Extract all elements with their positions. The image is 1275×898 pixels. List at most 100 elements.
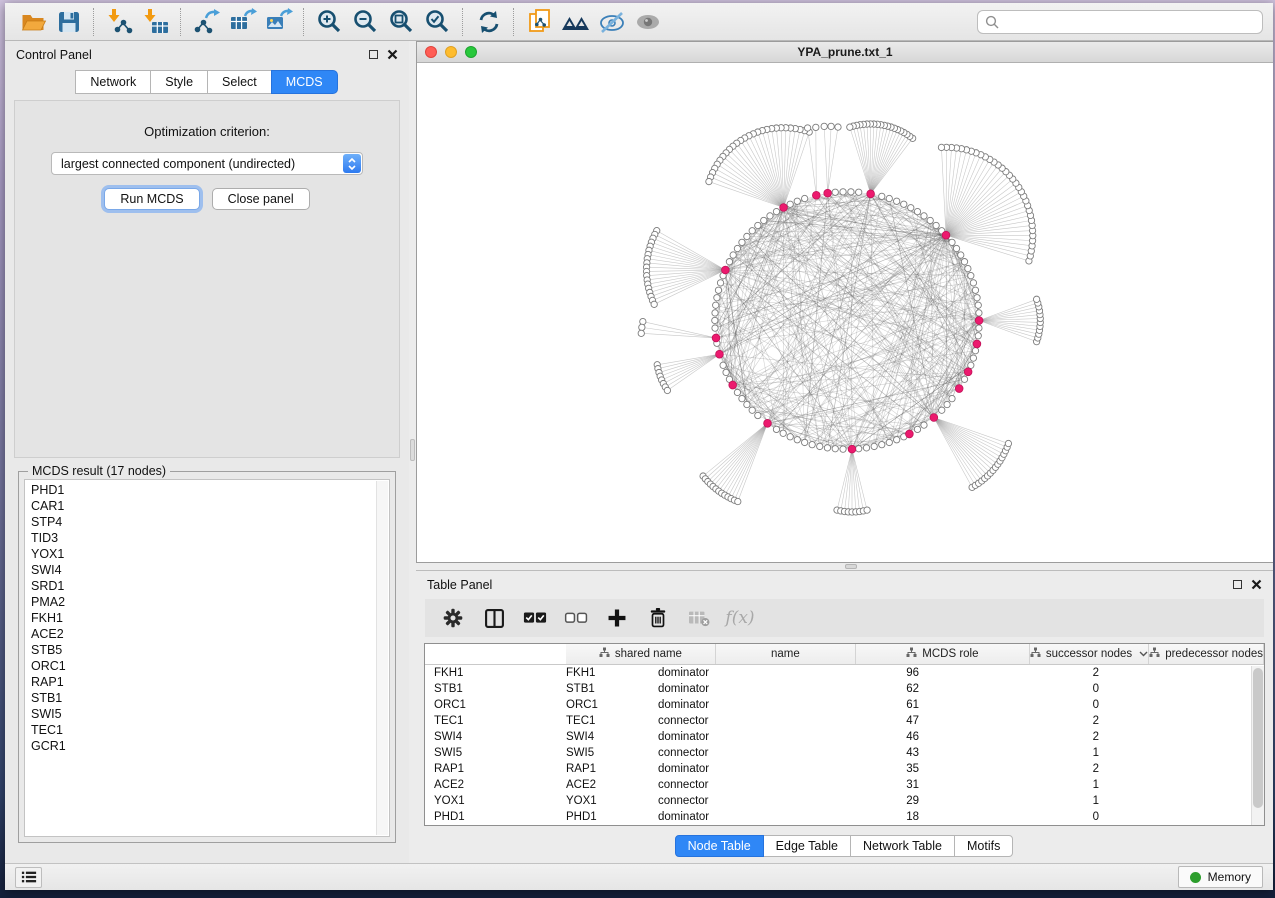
control-panel-tab[interactable]: Network bbox=[75, 70, 151, 94]
zoom-fit-button[interactable] bbox=[384, 6, 420, 38]
mcds-result-item[interactable]: SWI4 bbox=[31, 562, 389, 578]
mcds-result-item[interactable]: ORC1 bbox=[31, 658, 389, 674]
mcds-result-item[interactable]: TEC1 bbox=[31, 722, 389, 738]
mcds-result-item[interactable]: STB5 bbox=[31, 642, 389, 658]
export-table-button[interactable] bbox=[225, 6, 261, 38]
memory-button[interactable]: Memory bbox=[1178, 866, 1263, 888]
control-panel-tab[interactable]: Style bbox=[150, 70, 208, 94]
control-panel-tab[interactable]: Select bbox=[207, 70, 272, 94]
refresh-button[interactable] bbox=[471, 6, 507, 38]
table-row[interactable]: YOX1 YOX1 connector 29 1 bbox=[425, 793, 1264, 809]
mcds-result-item[interactable]: ACE2 bbox=[31, 626, 389, 642]
column-header[interactable]: name bbox=[716, 644, 856, 664]
mcds-result-item[interactable]: STB1 bbox=[31, 690, 389, 706]
first-neighbors-icon bbox=[561, 9, 591, 35]
network-canvas[interactable] bbox=[417, 63, 1273, 562]
delete-table-button[interactable] bbox=[687, 605, 711, 631]
control-panel-tab[interactable]: MCDS bbox=[271, 70, 338, 94]
column-header[interactable]: MCDS role bbox=[856, 644, 1030, 664]
zoom-in-button[interactable] bbox=[312, 6, 348, 38]
run-mcds-button[interactable]: Run MCDS bbox=[104, 188, 199, 210]
header-filler bbox=[425, 644, 566, 664]
add-column-button[interactable] bbox=[605, 605, 629, 631]
table-row[interactable]: FKH1 FKH1 dominator 96 2 bbox=[425, 665, 1264, 681]
column-header[interactable]: shared name bbox=[566, 644, 716, 664]
mcds-result-item[interactable]: FKH1 bbox=[31, 610, 389, 626]
table-row[interactable]: RAP1 RAP1 dominator 35 2 bbox=[425, 761, 1264, 777]
mcds-result-item[interactable]: GCR1 bbox=[31, 738, 389, 754]
show-columns-button[interactable] bbox=[482, 605, 506, 631]
cell-predecessor-nodes: 0 bbox=[939, 811, 1113, 823]
table-row[interactable]: ACE2 ACE2 connector 31 1 bbox=[425, 777, 1264, 793]
table-row[interactable]: TEC1 TEC1 connector 47 2 bbox=[425, 713, 1264, 729]
mcds-result-item[interactable]: YOX1 bbox=[31, 546, 389, 562]
import-network-button[interactable] bbox=[102, 6, 138, 38]
task-history-button[interactable] bbox=[15, 867, 42, 888]
delete-column-button[interactable] bbox=[646, 605, 670, 631]
table-row[interactable]: PHD1 PHD1 dominator 18 0 bbox=[425, 809, 1264, 825]
minimize-window-icon[interactable] bbox=[445, 46, 457, 58]
cell-mcds-role: dominator bbox=[649, 811, 799, 823]
export-image-button[interactable] bbox=[261, 6, 297, 38]
mcds-result-item[interactable]: STP4 bbox=[31, 514, 389, 530]
close-panel-icon[interactable] bbox=[1251, 579, 1262, 590]
mcds-result-item[interactable]: SRD1 bbox=[31, 578, 389, 594]
cell-shared-name: TEC1 bbox=[425, 715, 557, 727]
memory-label: Memory bbox=[1208, 870, 1251, 884]
network-window: YPA_prune.txt_1 bbox=[416, 41, 1273, 563]
save-session-button[interactable] bbox=[51, 6, 87, 38]
mcds-result-item[interactable]: SWI5 bbox=[31, 706, 389, 722]
table-row[interactable]: SWI4 SWI4 dominator 46 2 bbox=[425, 729, 1264, 745]
search-input[interactable] bbox=[1004, 15, 1255, 29]
select-all-button[interactable] bbox=[523, 605, 547, 631]
first-neighbors-button[interactable] bbox=[558, 6, 594, 38]
float-panel-icon[interactable] bbox=[369, 50, 378, 59]
delete-table-icon bbox=[687, 608, 711, 628]
zoom-selected-button[interactable] bbox=[420, 6, 456, 38]
mcds-list-scrollbar[interactable] bbox=[376, 481, 388, 835]
splitter-handle[interactable] bbox=[845, 564, 857, 569]
table-tab[interactable]: Motifs bbox=[954, 835, 1013, 857]
table-tab[interactable]: Node Table bbox=[675, 835, 764, 857]
scrollbar-thumb[interactable] bbox=[1253, 668, 1263, 808]
hide-selected-button[interactable] bbox=[594, 6, 630, 38]
mcds-result-item[interactable]: RAP1 bbox=[31, 674, 389, 690]
horizontal-splitter[interactable] bbox=[416, 563, 1273, 570]
mcds-result-item[interactable]: PMA2 bbox=[31, 594, 389, 610]
table-tab[interactable]: Network Table bbox=[850, 835, 955, 857]
cell-name: ORC1 bbox=[557, 699, 649, 711]
table-row[interactable]: SWI5 SWI5 connector 43 1 bbox=[425, 745, 1264, 761]
zoom-out-button[interactable] bbox=[348, 6, 384, 38]
import-table-button[interactable] bbox=[138, 6, 174, 38]
table-panel: Table Panel bbox=[416, 570, 1273, 863]
close-window-icon[interactable] bbox=[425, 46, 437, 58]
column-header[interactable]: successor nodes bbox=[1030, 644, 1149, 664]
mcds-result-item[interactable]: CAR1 bbox=[31, 498, 389, 514]
table-scrollbar[interactable] bbox=[1251, 666, 1264, 825]
mcds-result-item[interactable]: TID3 bbox=[31, 530, 389, 546]
maximize-window-icon[interactable] bbox=[465, 46, 477, 58]
function-builder-button[interactable]: f(x) bbox=[728, 605, 752, 631]
deselect-all-button[interactable] bbox=[564, 605, 588, 631]
table-tab[interactable]: Edge Table bbox=[763, 835, 851, 857]
vertical-splitter[interactable] bbox=[409, 41, 416, 863]
control-panel-title: Control Panel bbox=[16, 48, 92, 62]
chevron-down-icon[interactable] bbox=[1139, 651, 1148, 657]
show-all-button[interactable] bbox=[630, 6, 666, 38]
table-settings-button[interactable] bbox=[441, 605, 465, 631]
splitter-handle[interactable] bbox=[410, 439, 415, 461]
save-icon bbox=[56, 9, 82, 35]
float-panel-icon[interactable] bbox=[1233, 580, 1242, 589]
cell-shared-name: ORC1 bbox=[425, 699, 557, 711]
clone-network-button[interactable] bbox=[522, 6, 558, 38]
table-row[interactable]: STB1 STB1 dominator 62 0 bbox=[425, 681, 1264, 697]
export-network-button[interactable] bbox=[189, 6, 225, 38]
mcds-result-item[interactable]: PHD1 bbox=[31, 482, 389, 498]
column-header[interactable]: predecessor nodes bbox=[1149, 644, 1264, 664]
open-file-button[interactable] bbox=[15, 6, 51, 38]
criterion-dropdown[interactable]: largest connected component (undirected) bbox=[51, 152, 363, 175]
close-panel-icon[interactable] bbox=[387, 49, 398, 60]
cell-name: ACE2 bbox=[557, 779, 649, 791]
close-panel-button[interactable]: Close panel bbox=[212, 188, 310, 210]
table-row[interactable]: ORC1 ORC1 dominator 61 0 bbox=[425, 697, 1264, 713]
